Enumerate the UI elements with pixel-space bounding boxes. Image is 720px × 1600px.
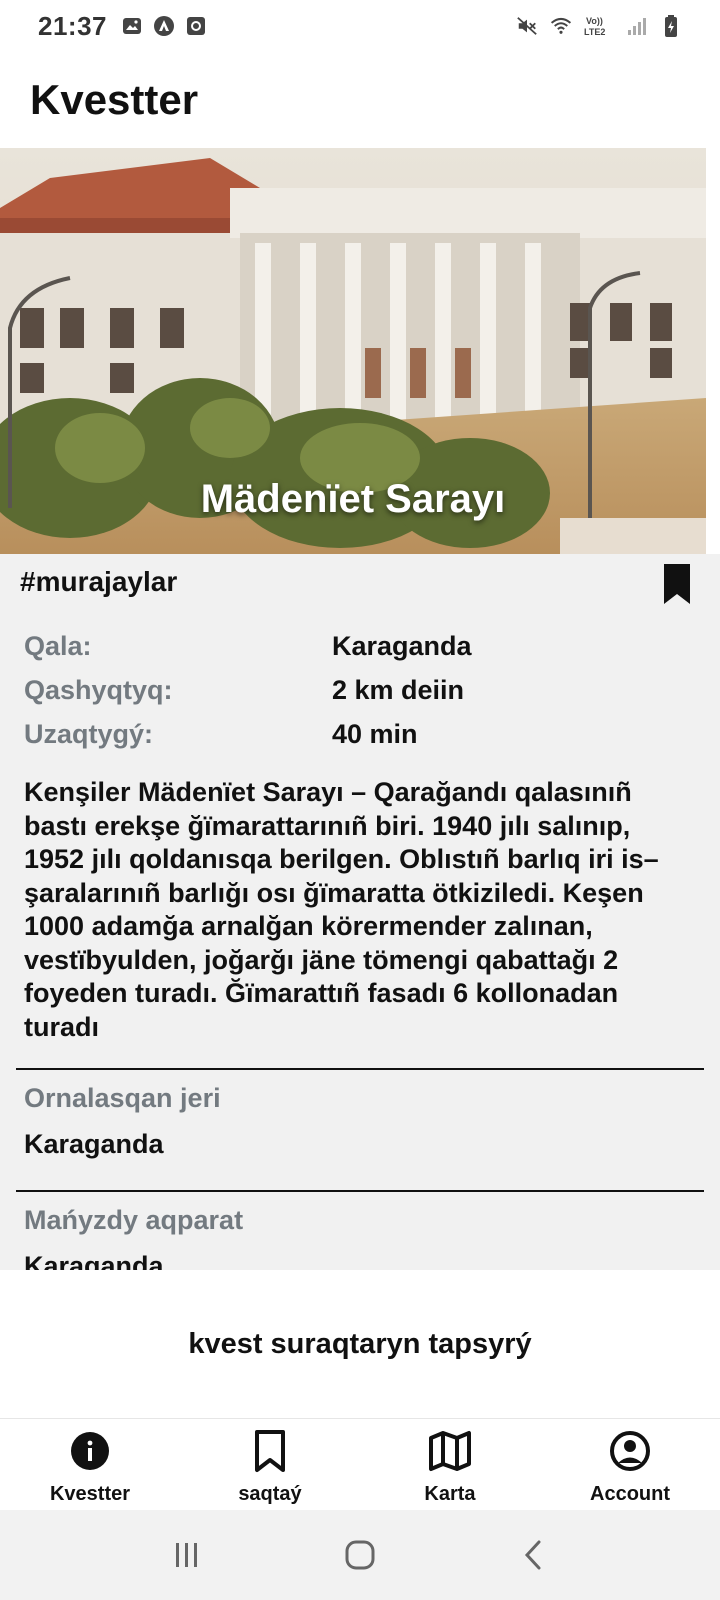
battery-icon (660, 15, 682, 37)
bottom-navigation: Kvestter saqtaý Karta Account (0, 1418, 720, 1510)
account-icon (608, 1429, 652, 1473)
app-bar: Kvestter (0, 52, 720, 148)
status-time: 21:37 (38, 10, 107, 41)
info-row-city: Qala: Karaganda (24, 624, 696, 668)
location-title: Ornalasqan jeri (24, 1083, 221, 1113)
map-icon (428, 1429, 472, 1473)
nav-item-quests[interactable]: Kvestter (0, 1419, 180, 1510)
info-value: 2 km deiin (332, 674, 465, 705)
signal-icon (626, 15, 648, 37)
quest-info: Qala: Karaganda Qashyqtyq: 2 km deiin Uz… (0, 614, 720, 756)
info-icon (68, 1429, 112, 1473)
action-area: kvest suraqtaryn tapsyrý (0, 1270, 720, 1418)
quest-tag: #murajaylar (20, 566, 178, 597)
tag-row: #murajaylar (0, 554, 720, 614)
bookmark-icon[interactable] (660, 562, 694, 606)
hero-image: Mädenïet Sarayı (0, 148, 706, 554)
quest-description: Kenşiler Mädenïet Sarayı – Qarağandı qal… (24, 777, 659, 1042)
nav-item-saved[interactable]: saqtaý (180, 1419, 360, 1510)
important-info-title: Mańyzdy aqparat (24, 1205, 244, 1235)
info-label: Qala: (24, 630, 92, 661)
home-icon[interactable] (330, 1525, 390, 1585)
wifi-icon (550, 15, 572, 37)
hero-title: Mädenïet Sarayı (200, 477, 506, 521)
mute-icon (516, 15, 538, 37)
location-section: Ornalasqan jeri Karaganda (0, 1070, 720, 1166)
info-value: 40 min (332, 718, 418, 749)
info-row-distance: Qashyqtyq: 2 km deiin (24, 668, 696, 712)
info-label: Qashyqtyq: (24, 674, 173, 705)
page-title: Kvestter (30, 76, 199, 123)
quest-details: #murajaylar Qala: Karaganda Qashyqtyq: 2… (0, 554, 720, 1270)
info-row-duration: Uzaqtygý: 40 min (24, 712, 696, 756)
info-value: Karaganda (332, 630, 472, 661)
nav-item-account[interactable]: Account (540, 1419, 720, 1510)
app-notification-icon (153, 15, 175, 37)
svg-text:LTE2: LTE2 (584, 27, 605, 37)
important-info-value: Karaganda (24, 1251, 164, 1270)
important-info-section: Mańyzdy aqparat Karaganda (0, 1192, 720, 1270)
status-bar: 21:37 Vo)) LTE2 (0, 0, 720, 52)
svg-text:Vo)): Vo)) (586, 16, 603, 26)
sync-notification-icon (185, 15, 207, 37)
nav-label: saqtaý (238, 1483, 302, 1505)
nav-item-map[interactable]: Karta (360, 1419, 540, 1510)
location-value: Karaganda (24, 1129, 164, 1159)
nav-label: Account (590, 1483, 670, 1505)
volte-icon: Vo)) LTE2 (584, 15, 614, 37)
submit-quest-answers-button[interactable]: kvest suraqtaryn tapsyrý (158, 1314, 561, 1375)
system-navigation-bar (0, 1510, 720, 1600)
bookmark-icon (248, 1429, 292, 1473)
info-label: Uzaqtygý: (24, 718, 154, 749)
recent-apps-icon[interactable] (157, 1525, 217, 1585)
back-icon[interactable] (503, 1525, 563, 1585)
gallery-notification-icon (121, 15, 143, 37)
nav-label: Karta (424, 1483, 476, 1505)
nav-label: Kvestter (49, 1483, 131, 1505)
